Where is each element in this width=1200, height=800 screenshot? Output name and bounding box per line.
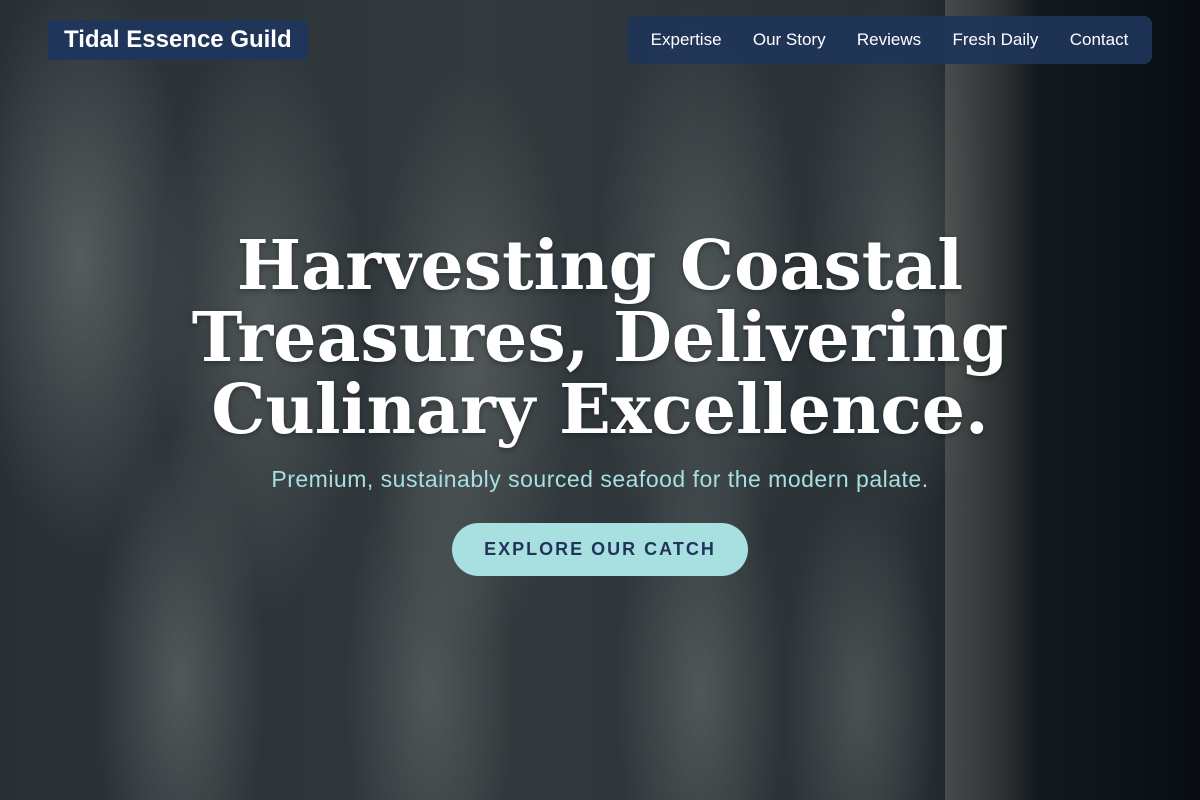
nav-link-fresh-daily[interactable]: Fresh Daily [952, 30, 1038, 50]
hero-content: Harvesting Coastal Treasures, Delivering… [0, 230, 1200, 576]
brand-logo[interactable]: Tidal Essence Guild [48, 20, 308, 60]
hero-section: Tidal Essence Guild Expertise Our Story … [0, 0, 1200, 800]
nav-link-our-story[interactable]: Our Story [753, 30, 826, 50]
nav-link-expertise[interactable]: Expertise [651, 30, 722, 50]
hero-subheadline: Premium, sustainably sourced seafood for… [271, 466, 929, 492]
nav-link-contact[interactable]: Contact [1070, 30, 1129, 50]
explore-catch-button[interactable]: EXPLORE OUR CATCH [452, 523, 748, 576]
main-nav: Expertise Our Story Reviews Fresh Daily … [627, 16, 1152, 64]
hero-headline: Harvesting Coastal Treasures, Delivering… [191, 226, 1009, 450]
nav-link-reviews[interactable]: Reviews [857, 30, 921, 50]
